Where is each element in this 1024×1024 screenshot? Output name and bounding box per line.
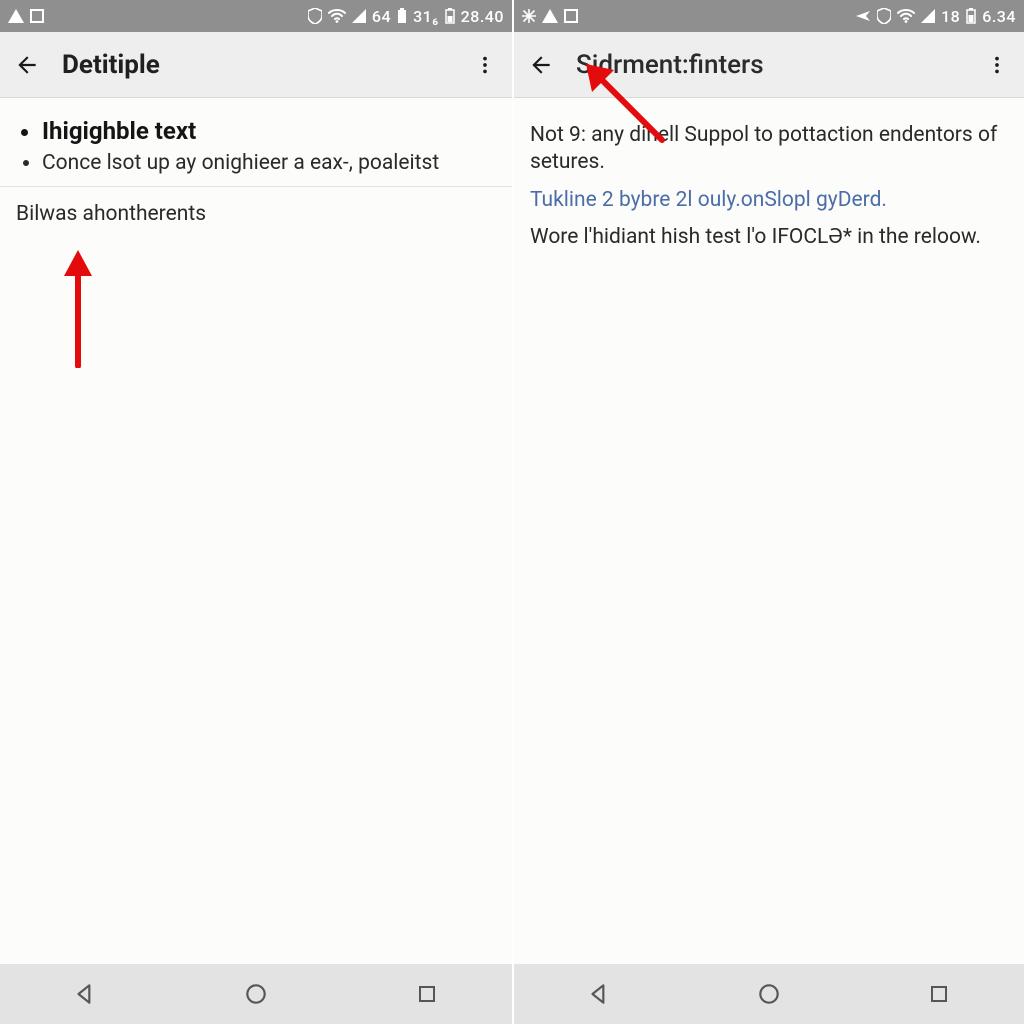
wifi-icon <box>328 9 346 23</box>
dual-phone-canvas: 64 31₆ 28.40 Detitiple Ihigigh <box>0 0 1024 1024</box>
square-icon <box>564 9 578 23</box>
battery-icon <box>966 8 976 24</box>
nav-back-button[interactable] <box>45 972 125 1016</box>
square-icon <box>30 9 44 23</box>
paragraph-2: Wore l'hidiant hish test l'o IFOCLƏ* in … <box>530 224 1008 251</box>
status-right-icons: 18 6.34 <box>855 7 1016 26</box>
nav-bar <box>514 964 1024 1024</box>
phone-right: 18 6.34 Sidrment:finters Not 9: any dine… <box>512 0 1024 1024</box>
triangle-up-icon <box>542 9 558 23</box>
annotation-arrow <box>58 248 98 368</box>
app-bar: Sidrment:finters <box>514 32 1024 98</box>
paragraph-1: Not 9: any dinell Suppol to pottaction e… <box>530 122 1008 177</box>
clock-text: 28.40 <box>461 7 504 26</box>
nav-bar <box>0 964 512 1024</box>
battery-percent-1: 31₆ <box>413 7 439 26</box>
clock-text: 6.34 <box>982 7 1016 26</box>
nav-recent-button[interactable] <box>899 972 979 1016</box>
wifi-icon <box>897 9 915 23</box>
shield-icon <box>877 8 891 24</box>
battery-icon-2 <box>445 8 455 24</box>
body-text: Bilwas ahontherents <box>16 201 496 228</box>
app-bar: Detitiple <box>0 32 512 98</box>
status-left-icons <box>8 9 44 23</box>
bullet-heading: Ihigighble text <box>42 116 496 146</box>
bullet-list: Ihigighble text Conce lsot up ay onighie… <box>16 116 496 176</box>
nav-back-button[interactable] <box>559 972 639 1016</box>
phone-left: 64 31₆ 28.40 Detitiple Ihigigh <box>0 0 512 1024</box>
battery-icon <box>397 8 407 24</box>
cell-signal-icon <box>352 9 366 23</box>
signal-percent: 18 <box>941 7 960 26</box>
content-area: Ihigighble text Conce lsot up ay onighie… <box>0 98 512 964</box>
nav-home-button[interactable] <box>216 972 296 1016</box>
more-button[interactable] <box>468 48 502 82</box>
signal-percent: 64 <box>372 7 391 26</box>
triangle-up-icon <box>8 9 24 23</box>
bullet-item: Conce lsot up ay onighieer a eax-, poale… <box>42 150 496 176</box>
divider <box>0 186 512 187</box>
appbar-title: Sidrment:finters <box>576 50 980 80</box>
content-area: Not 9: any dinell Suppol to pottaction e… <box>514 98 1024 964</box>
status-bar: 64 31₆ 28.40 <box>0 0 512 32</box>
status-left-icons <box>522 9 578 23</box>
cell-signal-icon <box>921 9 935 23</box>
appbar-title: Detitiple <box>62 50 468 80</box>
status-bar: 18 6.34 <box>514 0 1024 32</box>
more-button[interactable] <box>980 48 1014 82</box>
link-text[interactable]: Tukline 2 bybre 2l ouly.onSlopl gyDerd. <box>530 187 1008 214</box>
airplane-icon <box>855 8 871 24</box>
shield-icon <box>308 8 322 24</box>
back-button[interactable] <box>524 48 558 82</box>
status-right-icons: 64 31₆ 28.40 <box>308 7 504 26</box>
snowflake-icon <box>522 9 536 23</box>
nav-home-button[interactable] <box>729 972 809 1016</box>
nav-recent-button[interactable] <box>387 972 467 1016</box>
back-button[interactable] <box>10 48 44 82</box>
